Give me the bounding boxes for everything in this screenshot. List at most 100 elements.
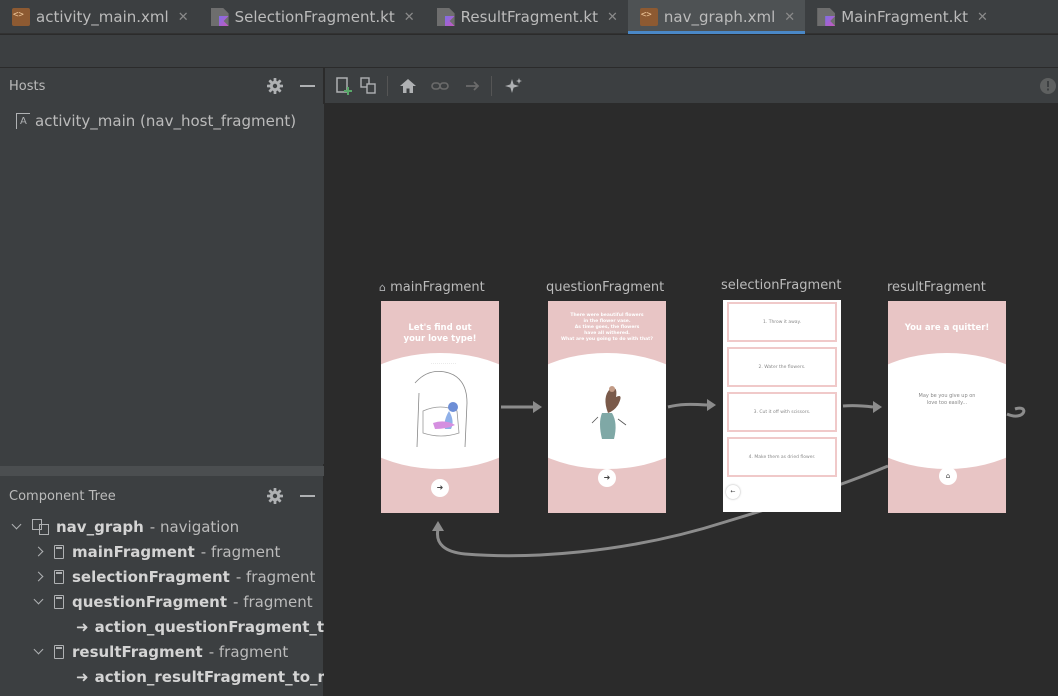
close-icon[interactable]: ✕ (404, 10, 415, 25)
option-card[interactable]: 1. Throw it away. (727, 302, 837, 342)
chevron-down-icon[interactable] (34, 597, 44, 607)
action-arrow-icon: ➜ (76, 617, 89, 636)
chevron-right-icon[interactable] (34, 572, 44, 582)
nested-graph-icon[interactable] (359, 76, 379, 96)
layout-icon (16, 113, 30, 129)
destination-result-fragment[interactable]: You are a quitter! May be you give up on… (888, 301, 1006, 513)
destination-label-result: resultFragment (887, 280, 986, 295)
left-panel: Hosts activity_main (nav_host_fragment) (0, 68, 324, 696)
kotlin-file-icon (817, 8, 836, 26)
tab-label: SelectionFragment.kt (234, 8, 395, 26)
action-result-self (1006, 406, 1026, 418)
fragment-icon (54, 569, 64, 584)
host-item-label: activity_main (nav_host_fragment) (35, 112, 297, 130)
tree-item-kind: - fragment (208, 642, 289, 661)
back-button[interactable]: ← (726, 485, 740, 499)
destination-label-main: ⌂ mainFragment (379, 280, 485, 295)
tab-result-fragment-kt[interactable]: ResultFragment.kt ✕ (425, 0, 628, 34)
tab-selection-fragment-kt[interactable]: SelectionFragment.kt ✕ (199, 0, 425, 34)
gear-icon[interactable] (266, 487, 284, 505)
editor-subheader (0, 35, 1058, 68)
destination-question-fragment[interactable]: There were beautiful flowers in the flow… (548, 301, 666, 513)
fragment-icon (54, 594, 64, 609)
tree-item-result-fragment[interactable]: resultFragment - fragment (34, 639, 288, 664)
destination-label-question: questionFragment (546, 280, 665, 295)
tree-item-name: nav_graph (56, 517, 144, 536)
minimize-icon[interactable] (300, 495, 315, 497)
component-tree-title: Component Tree (9, 488, 116, 504)
tree-item-kind: - fragment (233, 592, 313, 611)
home-icon: ⌂ (379, 281, 386, 294)
hosts-header: Hosts (0, 68, 324, 104)
new-destination-icon[interactable] (334, 76, 354, 96)
tab-nav-graph-xml[interactable]: nav_graph.xml ✕ (627, 0, 806, 34)
tree-item-kind: - fragment (235, 567, 316, 586)
home-icon[interactable] (398, 76, 418, 96)
fragment-icon (54, 644, 64, 659)
tree-item-name: action_resultFragment_to_mainFragment (94, 667, 324, 686)
destination-label-selection: selectionFragment (721, 278, 842, 293)
tab-main-fragment-kt[interactable]: MainFragment.kt ✕ (805, 0, 998, 34)
next-button[interactable]: ➜ (431, 479, 449, 497)
tree-item-name: questionFragment (72, 592, 228, 611)
gear-icon[interactable] (266, 77, 284, 95)
close-icon[interactable]: ✕ (784, 10, 795, 25)
chevron-right-icon[interactable] (34, 547, 44, 557)
tree-item-action-result-to-main[interactable]: ➜ action_resultFragment_to_mainFragment (76, 664, 324, 689)
action-arrow-icon: ➜ (76, 667, 89, 686)
tree-item-action-question-to-selection[interactable]: ➜ action_questionFragment_to_selectionFr… (76, 614, 324, 639)
option-card[interactable]: 4. Make them as dried flower. (727, 437, 837, 477)
destination-main-fragment[interactable]: Let's find out your love type! ➜ (381, 301, 499, 513)
toolbar-separator (491, 76, 492, 96)
tree-item-name: mainFragment (72, 542, 195, 561)
link-icon[interactable] (430, 76, 450, 96)
xml-file-icon (639, 8, 658, 26)
tree-root-nav-graph[interactable]: nav_graph - navigation (12, 514, 239, 539)
hosts-list: activity_main (nav_host_fragment) (0, 104, 324, 464)
fragment-icon (54, 544, 64, 559)
destination-selection-fragment[interactable]: 1. Throw it away. 2. Water the flowers. … (723, 300, 841, 512)
tree-item-main-fragment[interactable]: mainFragment - fragment (34, 539, 280, 564)
close-icon[interactable]: ✕ (977, 10, 988, 25)
tree-item-kind: - fragment (200, 542, 281, 561)
result-title: You are a quitter! (904, 323, 990, 333)
illustration-image (414, 363, 468, 448)
next-button[interactable]: ➜ (598, 469, 616, 487)
question-text: There were beautiful flowers in the flow… (561, 313, 653, 342)
option-card[interactable]: 3. Cut it off with scissors. (727, 392, 837, 432)
panel-divider[interactable] (0, 466, 324, 476)
host-item[interactable]: activity_main (nav_host_fragment) (16, 112, 296, 130)
screen-oval (888, 353, 1006, 469)
minimize-icon[interactable] (300, 85, 315, 87)
flower-vase-image (591, 386, 627, 439)
action-selection-to-result (842, 404, 874, 409)
result-text: May be you give up on love too easily... (918, 393, 976, 406)
action-icon[interactable] (463, 76, 483, 96)
kotlin-file-icon (210, 8, 229, 26)
component-tree-header: Component Tree (0, 478, 324, 514)
action-question-to-selection (667, 402, 708, 409)
close-icon[interactable]: ✕ (607, 10, 618, 25)
option-card[interactable]: 2. Water the flowers. (727, 347, 837, 387)
auto-arrange-icon[interactable] (504, 76, 524, 96)
tree-item-selection-fragment[interactable]: selectionFragment - fragment (34, 564, 315, 589)
tab-label: activity_main.xml (36, 8, 169, 26)
close-icon[interactable]: ✕ (178, 10, 189, 25)
xml-file-icon (12, 8, 30, 26)
home-button[interactable]: ⌂ (939, 467, 957, 485)
tree-item-name: selectionFragment (72, 567, 230, 586)
tab-activity-main-xml[interactable]: activity_main.xml ✕ (0, 0, 199, 34)
chevron-down-icon[interactable] (34, 647, 44, 657)
tree-item-question-fragment[interactable]: questionFragment - fragment (34, 589, 313, 614)
navigation-graph-canvas[interactable]: ⌂ mainFragment Let's find out your love … (325, 104, 1058, 696)
hosts-title: Hosts (9, 78, 46, 94)
info-icon[interactable] (1038, 76, 1058, 96)
destination-name: mainFragment (390, 280, 485, 295)
tab-label: ResultFragment.kt (460, 8, 598, 26)
kotlin-file-icon (436, 8, 455, 26)
editor-tab-bar: activity_main.xml ✕ SelectionFragment.kt… (0, 0, 1058, 34)
android-studio-window: activity_main.xml ✕ SelectionFragment.kt… (0, 0, 1058, 696)
chevron-down-icon[interactable] (12, 522, 22, 532)
tree-item-kind: - navigation (149, 517, 240, 536)
navigation-icon (32, 518, 50, 535)
